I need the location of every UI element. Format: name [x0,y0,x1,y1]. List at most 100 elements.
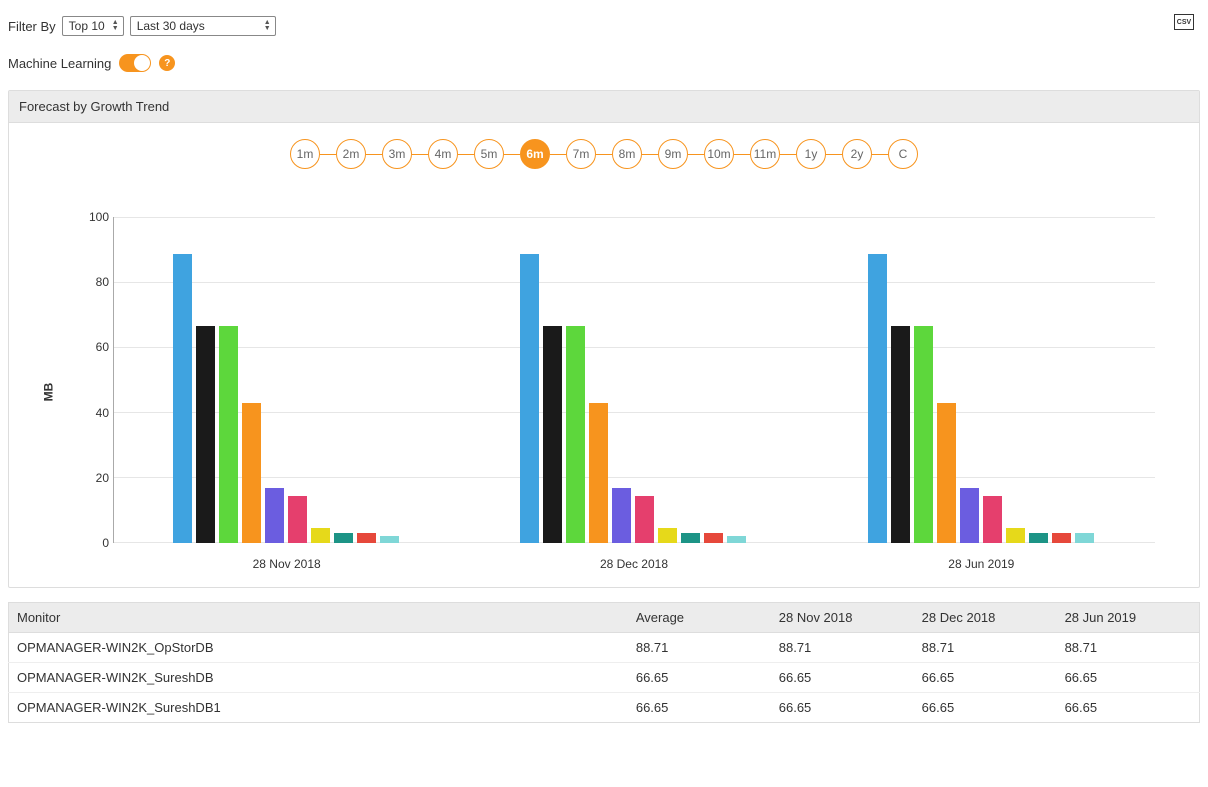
export-csv-button[interactable]: CSV [1174,14,1194,30]
col-date-3: 28 Jun 2019 [1057,603,1200,633]
chart-bar[interactable] [681,533,700,543]
time-range-button-8m[interactable]: 8m [612,139,642,169]
table-cell: 88.71 [771,633,914,663]
table-row[interactable]: OPMANAGER-WIN2K_SureshDB166.6566.6566.65… [9,693,1200,723]
chart-bar[interactable] [1029,533,1048,543]
chart-bar[interactable] [242,403,261,543]
time-range-button-6m[interactable]: 6m [520,139,550,169]
time-connector-icon [550,154,566,155]
table-cell: 66.65 [914,693,1057,723]
table-row[interactable]: OPMANAGER-WIN2K_OpStorDB88.7188.7188.718… [9,633,1200,663]
chart-bar[interactable] [311,528,330,543]
col-date-2: 28 Dec 2018 [914,603,1057,633]
chart-xlabel: 28 Nov 2018 [253,557,321,571]
time-range-button-4m[interactable]: 4m [428,139,458,169]
chart-group: 28 Dec 2018 [460,217,807,543]
time-connector-icon [596,154,612,155]
table-row[interactable]: OPMANAGER-WIN2K_SureshDB66.6566.6566.656… [9,663,1200,693]
chart-bar[interactable] [635,496,654,543]
filter-bar: Filter By Top 10 ▲▼ Last 30 days ▲▼ CSV [8,12,1200,50]
chart-bar[interactable] [1006,528,1025,543]
time-range-button-5m[interactable]: 5m [474,139,504,169]
chart-bar[interactable] [288,496,307,543]
chart-bar[interactable] [357,533,376,543]
time-connector-icon [458,154,474,155]
top-n-value: Top 10 [69,19,105,33]
chart-bar[interactable] [868,254,887,543]
time-connector-icon [688,154,704,155]
time-range-button-2y[interactable]: 2y [842,139,872,169]
table-cell: 66.65 [771,663,914,693]
chart-bar[interactable] [380,536,399,543]
chart-ytick: 60 [85,340,109,354]
chart-bar[interactable] [520,254,539,543]
table-cell: 66.65 [1057,693,1200,723]
table-header-row: Monitor Average 28 Nov 2018 28 Dec 2018 … [9,603,1200,633]
table-cell: 66.65 [1057,663,1200,693]
chart-bar[interactable] [1075,533,1094,543]
chart-bar[interactable] [219,326,238,543]
chart-bar[interactable] [727,536,746,543]
table-cell: 66.65 [771,693,914,723]
chart-bar[interactable] [543,326,562,543]
chart-bar[interactable] [612,488,631,543]
time-range-button-2m[interactable]: 2m [336,139,366,169]
table-cell: 88.71 [914,633,1057,663]
select-arrows-icon: ▲▼ [264,20,271,32]
machine-learning-row: Machine Learning ? [8,50,1200,90]
chart-ylabel: MB [41,383,55,402]
time-connector-icon [734,154,750,155]
date-range-value: Last 30 days [137,19,205,33]
col-date-1: 28 Nov 2018 [771,603,914,633]
date-range-select[interactable]: Last 30 days ▲▼ [130,16,276,36]
time-connector-icon [320,154,336,155]
chart-groups: 28 Nov 201828 Dec 201828 Jun 2019 [113,217,1155,543]
machine-learning-label: Machine Learning [8,56,111,71]
chart-bar[interactable] [914,326,933,543]
chart-bar[interactable] [891,326,910,543]
time-range-button-9m[interactable]: 9m [658,139,688,169]
table-cell: 88.71 [1057,633,1200,663]
table-cell: 66.65 [628,693,771,723]
chart-group: 28 Nov 2018 [113,217,460,543]
chart-bar[interactable] [1052,533,1071,543]
time-connector-icon [504,154,520,155]
chart-bar[interactable] [589,403,608,543]
chart-bar[interactable] [960,488,979,543]
time-range-row: 1m 2m 3m 4m 5m 6m 7m 8m 9m 10m 11m 1y 2y C [21,139,1187,169]
table-cell: OPMANAGER-WIN2K_SureshDB [9,663,628,693]
select-arrows-icon: ▲▼ [112,20,119,32]
time-connector-icon [872,154,888,155]
chart-ytick: 80 [85,275,109,289]
chart-bar[interactable] [704,533,723,543]
chart-bar[interactable] [265,488,284,543]
col-average: Average [628,603,771,633]
time-connector-icon [826,154,842,155]
time-range-button-10m[interactable]: 10m [704,139,734,169]
chart-bar[interactable] [983,496,1002,543]
help-icon[interactable]: ? [159,55,175,71]
time-range-button-1m[interactable]: 1m [290,139,320,169]
time-connector-icon [412,154,428,155]
time-range-button-3m[interactable]: 3m [382,139,412,169]
time-range-button-11m[interactable]: 11m [750,139,780,169]
chart-bar[interactable] [566,326,585,543]
chart-ytick: 100 [85,210,109,224]
time-range-button-7m[interactable]: 7m [566,139,596,169]
col-monitor: Monitor [9,603,628,633]
chart-bar[interactable] [334,533,353,543]
time-range-button-1y[interactable]: 1y [796,139,826,169]
top-n-select[interactable]: Top 10 ▲▼ [62,16,124,36]
toggle-knob-icon [134,55,150,71]
chart-bar[interactable] [196,326,215,543]
forecast-chart: MB 28 Nov 201828 Dec 201828 Jun 2019 020… [51,207,1157,577]
chart-xlabel: 28 Jun 2019 [948,557,1014,571]
chart-bar[interactable] [937,403,956,543]
time-range-button-C[interactable]: C [888,139,918,169]
chart-xlabel: 28 Dec 2018 [600,557,668,571]
chart-ytick: 0 [85,536,109,550]
chart-bar[interactable] [658,528,677,543]
table-cell: OPMANAGER-WIN2K_OpStorDB [9,633,628,663]
machine-learning-toggle[interactable] [119,54,151,72]
chart-bar[interactable] [173,254,192,543]
